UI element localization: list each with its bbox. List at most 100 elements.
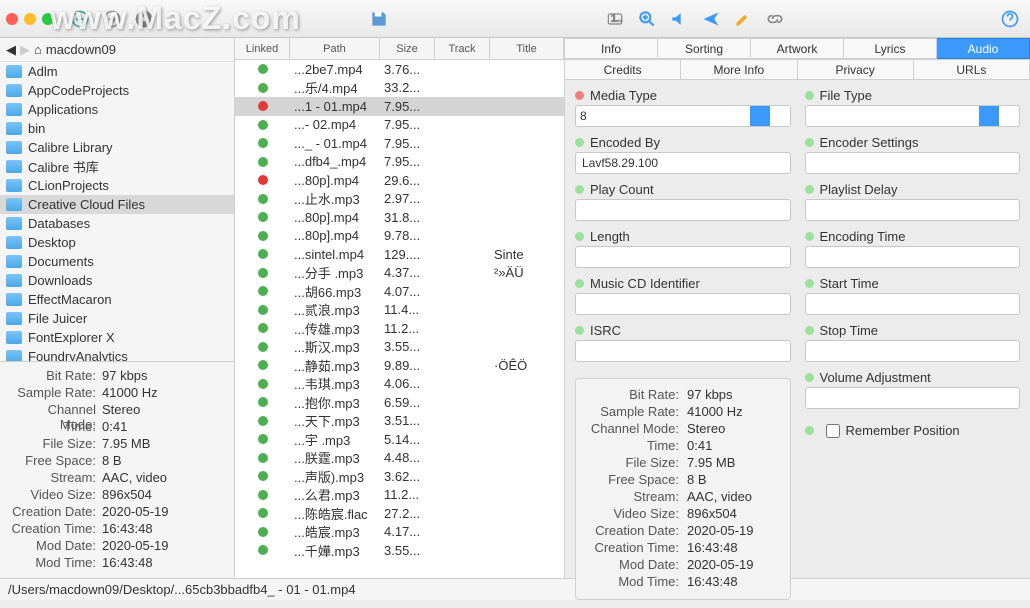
folder-item[interactable]: Applications (0, 100, 234, 119)
forward-button[interactable] (98, 5, 126, 33)
tab-credits[interactable]: Credits (565, 59, 681, 80)
folder-item[interactable]: Databases (0, 214, 234, 233)
folder-item[interactable]: bin (0, 119, 234, 138)
col-path[interactable]: Path (290, 38, 380, 59)
table-row[interactable]: ...80p].mp429.6... (235, 171, 564, 190)
chevron-right-icon[interactable]: ▶ (20, 42, 30, 58)
tab-sorting[interactable]: Sorting (658, 38, 751, 59)
table-row[interactable]: ...静茹.mp39.89...·ÖÊÖ (235, 356, 564, 375)
table-row[interactable]: ...- 02.mp47.95... (235, 116, 564, 135)
table-row[interactable]: ...分手 .mp34.37...²»ÄÜ (235, 264, 564, 283)
folder-item[interactable]: Desktop (0, 233, 234, 252)
folder-item[interactable]: FoundryAnalytics (0, 347, 234, 361)
tab-urls[interactable]: URLs (914, 59, 1030, 80)
field-input[interactable] (575, 199, 791, 221)
table-row[interactable]: ...千嬅.mp33.55... (235, 541, 564, 560)
folder-item[interactable]: CLionProjects (0, 176, 234, 195)
help-icon[interactable] (996, 5, 1024, 33)
field-input[interactable] (805, 199, 1021, 221)
col-linked[interactable]: Linked (235, 38, 290, 59)
remember-label: Remember Position (846, 423, 960, 438)
table-row[interactable]: ...乐/4.mp433.2... (235, 79, 564, 98)
info-value: 2020-05-19 (687, 523, 754, 540)
field-input[interactable] (805, 340, 1021, 362)
table-row[interactable]: ..._ - 01.mp47.95... (235, 134, 564, 153)
cd-icon[interactable] (130, 5, 158, 33)
table-row[interactable]: ...dfb4_.mp47.95... (235, 153, 564, 172)
table-row[interactable]: ...80p].mp431.8... (235, 208, 564, 227)
field-label: Volume Adjustment (820, 370, 931, 385)
folder-item[interactable]: Adlm (0, 62, 234, 81)
col-size[interactable]: Size (380, 38, 435, 59)
folder-list[interactable]: AdlmAppCodeProjectsApplicationsbin Calibr… (0, 62, 234, 361)
folder-item[interactable]: Downloads (0, 271, 234, 290)
tab-privacy[interactable]: Privacy (798, 59, 914, 80)
chevron-left-icon[interactable]: ◀ (6, 42, 16, 58)
link-icon[interactable] (761, 5, 789, 33)
table-row[interactable]: ...宇 .mp35.14... (235, 430, 564, 449)
table-row[interactable]: ...贰浪.mp311.4... (235, 301, 564, 320)
table-body[interactable]: ...2be7.mp43.76......乐/4.mp433.2......1 … (235, 60, 564, 578)
field-input[interactable] (805, 152, 1021, 174)
zoom-window[interactable] (42, 13, 54, 25)
tab-more-info[interactable]: More Info (681, 59, 797, 80)
col-title[interactable]: Title (490, 38, 564, 59)
cell-path: ..._ - 01.mp4 (290, 136, 380, 151)
folder-item[interactable]: FontExplorer X (0, 328, 234, 347)
table-row[interactable]: ...80p].mp49.78... (235, 227, 564, 246)
field-dot (575, 185, 584, 194)
field-input[interactable] (575, 152, 791, 174)
folder-item[interactable]: Calibre 书库 (0, 157, 234, 176)
cell-size: 4.37... (380, 265, 435, 280)
table-row[interactable]: ...声版).mp33.62... (235, 467, 564, 486)
folder-name: Calibre Library (28, 140, 113, 155)
remember-checkbox[interactable] (826, 424, 840, 438)
tab-artwork[interactable]: Artwork (751, 38, 844, 59)
table-row[interactable]: ...传雄.mp311.2... (235, 319, 564, 338)
tab-info[interactable]: Info (565, 38, 658, 59)
field-input[interactable] (805, 293, 1021, 315)
table-row[interactable]: ...斯汉.mp33.55... (235, 338, 564, 357)
field-select[interactable]: 8 (575, 105, 791, 127)
folder-item[interactable]: AppCodeProjects (0, 81, 234, 100)
table-row[interactable]: ...2be7.mp43.76... (235, 60, 564, 79)
meta-value: 16:43:48 (102, 555, 153, 572)
field-input[interactable] (805, 387, 1021, 409)
table-row[interactable]: ...抱你.mp36.59... (235, 393, 564, 412)
edit-icon[interactable] (729, 5, 757, 33)
table-row[interactable]: ...止水.mp32.97... (235, 190, 564, 209)
field-input[interactable] (575, 246, 791, 268)
tab-lyrics[interactable]: Lyrics (844, 38, 937, 59)
minimize-window[interactable] (24, 13, 36, 25)
table-row[interactable]: ...胡66.mp34.07... (235, 282, 564, 301)
folder-item[interactable]: Documents (0, 252, 234, 271)
back-button[interactable] (66, 5, 94, 33)
table-row[interactable]: ...陈皓宸.flac27.2... (235, 504, 564, 523)
field-input[interactable] (805, 246, 1021, 268)
tab-audio[interactable]: Audio (937, 38, 1030, 59)
field-volume-adjustment: Volume Adjustment (805, 370, 1021, 409)
table-row[interactable]: ...1 - 01.mp47.95... (235, 97, 564, 116)
remember-position[interactable]: Remember Position (805, 423, 1021, 438)
announce-icon[interactable] (665, 5, 693, 33)
field-select[interactable] (805, 105, 1021, 127)
zoom-in-icon[interactable] (633, 5, 661, 33)
table-row[interactable]: ...sintel.mp4129....Sinte (235, 245, 564, 264)
tag-icon[interactable]: 1.. (601, 5, 629, 33)
folder-item[interactable]: Calibre Library (0, 138, 234, 157)
table-row[interactable]: ...皓宸.mp34.17... (235, 523, 564, 542)
field-input[interactable] (575, 293, 791, 315)
col-track[interactable]: Track (435, 38, 490, 59)
table-row[interactable]: ...么君.mp311.2... (235, 486, 564, 505)
field-input[interactable] (575, 340, 791, 362)
table-row[interactable]: ...韦琪.mp34.06... (235, 375, 564, 394)
folder-item[interactable]: Creative Cloud Files (0, 195, 234, 214)
breadcrumb[interactable]: ◀ ▶ ⌂ macdown09 (0, 38, 234, 62)
send-icon[interactable] (697, 5, 725, 33)
folder-item[interactable]: EffectMacaron (0, 290, 234, 309)
folder-item[interactable]: File Juicer (0, 309, 234, 328)
close-window[interactable] (6, 13, 18, 25)
save-icon[interactable] (365, 5, 393, 33)
table-row[interactable]: ...天下.mp33.51... (235, 412, 564, 431)
table-row[interactable]: ...朕霆.mp34.48... (235, 449, 564, 468)
